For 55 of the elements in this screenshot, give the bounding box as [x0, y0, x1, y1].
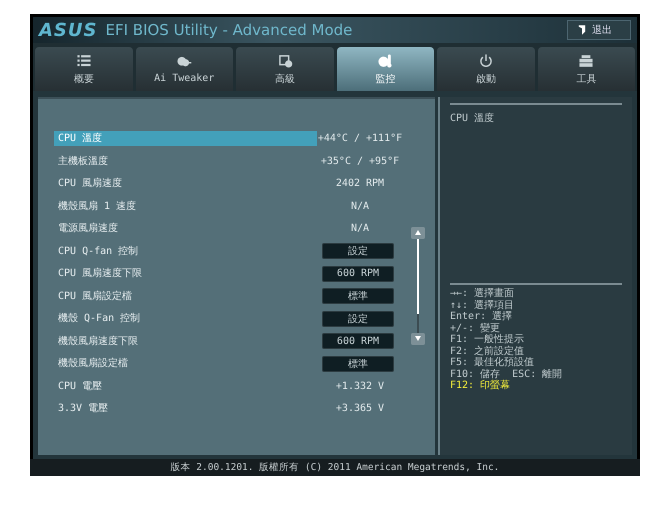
setting-label[interactable]: 機殼 Q-Fan 控制 — [54, 311, 317, 326]
tab[interactable]: 啟動 — [437, 47, 534, 91]
brand-logo: ASUS — [39, 20, 98, 40]
exit-button[interactable]: 退出 — [567, 20, 631, 40]
scrollbar[interactable] — [411, 227, 425, 345]
help-description: CPU 溫度 — [450, 103, 622, 283]
scroll-up-icon[interactable] — [415, 230, 421, 235]
setting-label[interactable]: CPU 溫度 — [54, 131, 317, 146]
setting-button[interactable]: 標準 — [322, 288, 394, 304]
setting-label[interactable]: 機殼風扇速度下限 — [54, 334, 317, 349]
setting-button[interactable]: 600 RPM — [322, 266, 394, 282]
setting-label[interactable]: CPU 電壓 — [54, 378, 317, 394]
toolbox-icon — [578, 52, 594, 68]
thermometer-icon — [377, 52, 394, 68]
setting-label[interactable]: 電源風扇速度 — [54, 221, 317, 236]
setting-value: +44°C / +111°F — [317, 133, 403, 144]
exit-icon — [578, 25, 586, 35]
setting-label[interactable]: CPU Q-fan 控制 — [54, 244, 317, 259]
setting-value: +35°C / +95°F — [320, 156, 400, 167]
screen-info-icon — [276, 52, 293, 68]
tab[interactable]: Ai Tweaker — [136, 47, 233, 91]
tab[interactable]: 高級 — [236, 47, 334, 91]
window-title: EFI BIOS Utility - Advanced Mode — [105, 21, 354, 39]
setting-button[interactable]: 600 RPM — [322, 333, 394, 350]
setting-value: +3.365 V — [334, 403, 386, 414]
setting-value: 2402 RPM — [334, 178, 386, 190]
setting-label[interactable]: CPU 風扇速度 — [54, 176, 317, 192]
key-hint: F12: 印螢幕 — [450, 381, 512, 392]
setting-label[interactable]: 主機板溫度 — [54, 154, 317, 169]
setting-label[interactable]: 機殼風扇 1 速度 — [54, 198, 317, 214]
setting-button[interactable]: 設定 — [322, 310, 394, 327]
list-icon — [76, 52, 92, 68]
setting-value: N/A — [350, 223, 370, 234]
setting-label[interactable]: CPU 風扇設定檔 — [54, 288, 317, 304]
setting-button[interactable]: 標準 — [322, 356, 394, 372]
setting-value: +1.332 V — [334, 380, 386, 392]
setting-value: N/A — [350, 200, 370, 212]
key-hint: F2: 之前設定值 — [450, 346, 526, 356]
key-hint: F1: 一般性提示 — [450, 335, 526, 346]
tab[interactable]: 概要 — [35, 47, 132, 91]
scroll-down-icon[interactable] — [415, 336, 421, 341]
setting-label[interactable]: 3.3V 電壓 — [54, 401, 317, 416]
tab[interactable]: 工具 — [538, 47, 635, 91]
setting-label[interactable]: 機殼風扇設定檔 — [54, 356, 317, 372]
tab[interactable]: 監控 — [336, 47, 434, 91]
key-hint: →←: 選擇畫面 — [450, 289, 516, 300]
key-hint: +/-: 變更 — [450, 324, 502, 334]
setting-button[interactable]: 設定 — [322, 243, 394, 260]
key-hint: F5: 最佳化預設值 — [450, 358, 536, 368]
copyright-text: 版本 2.00.1201. 版權所有 (C) 2011 American Megatrends, Inc. — [30, 459, 640, 476]
key-hint: Enter: 選擇 — [450, 312, 514, 322]
setting-label[interactable]: CPU 風扇速度下限 — [54, 266, 317, 282]
key-hint: ↑↓: 選擇項目 — [450, 300, 516, 311]
key-hint: F10: 儲存 ESC: 離開 — [450, 370, 564, 380]
power-icon — [478, 52, 494, 68]
